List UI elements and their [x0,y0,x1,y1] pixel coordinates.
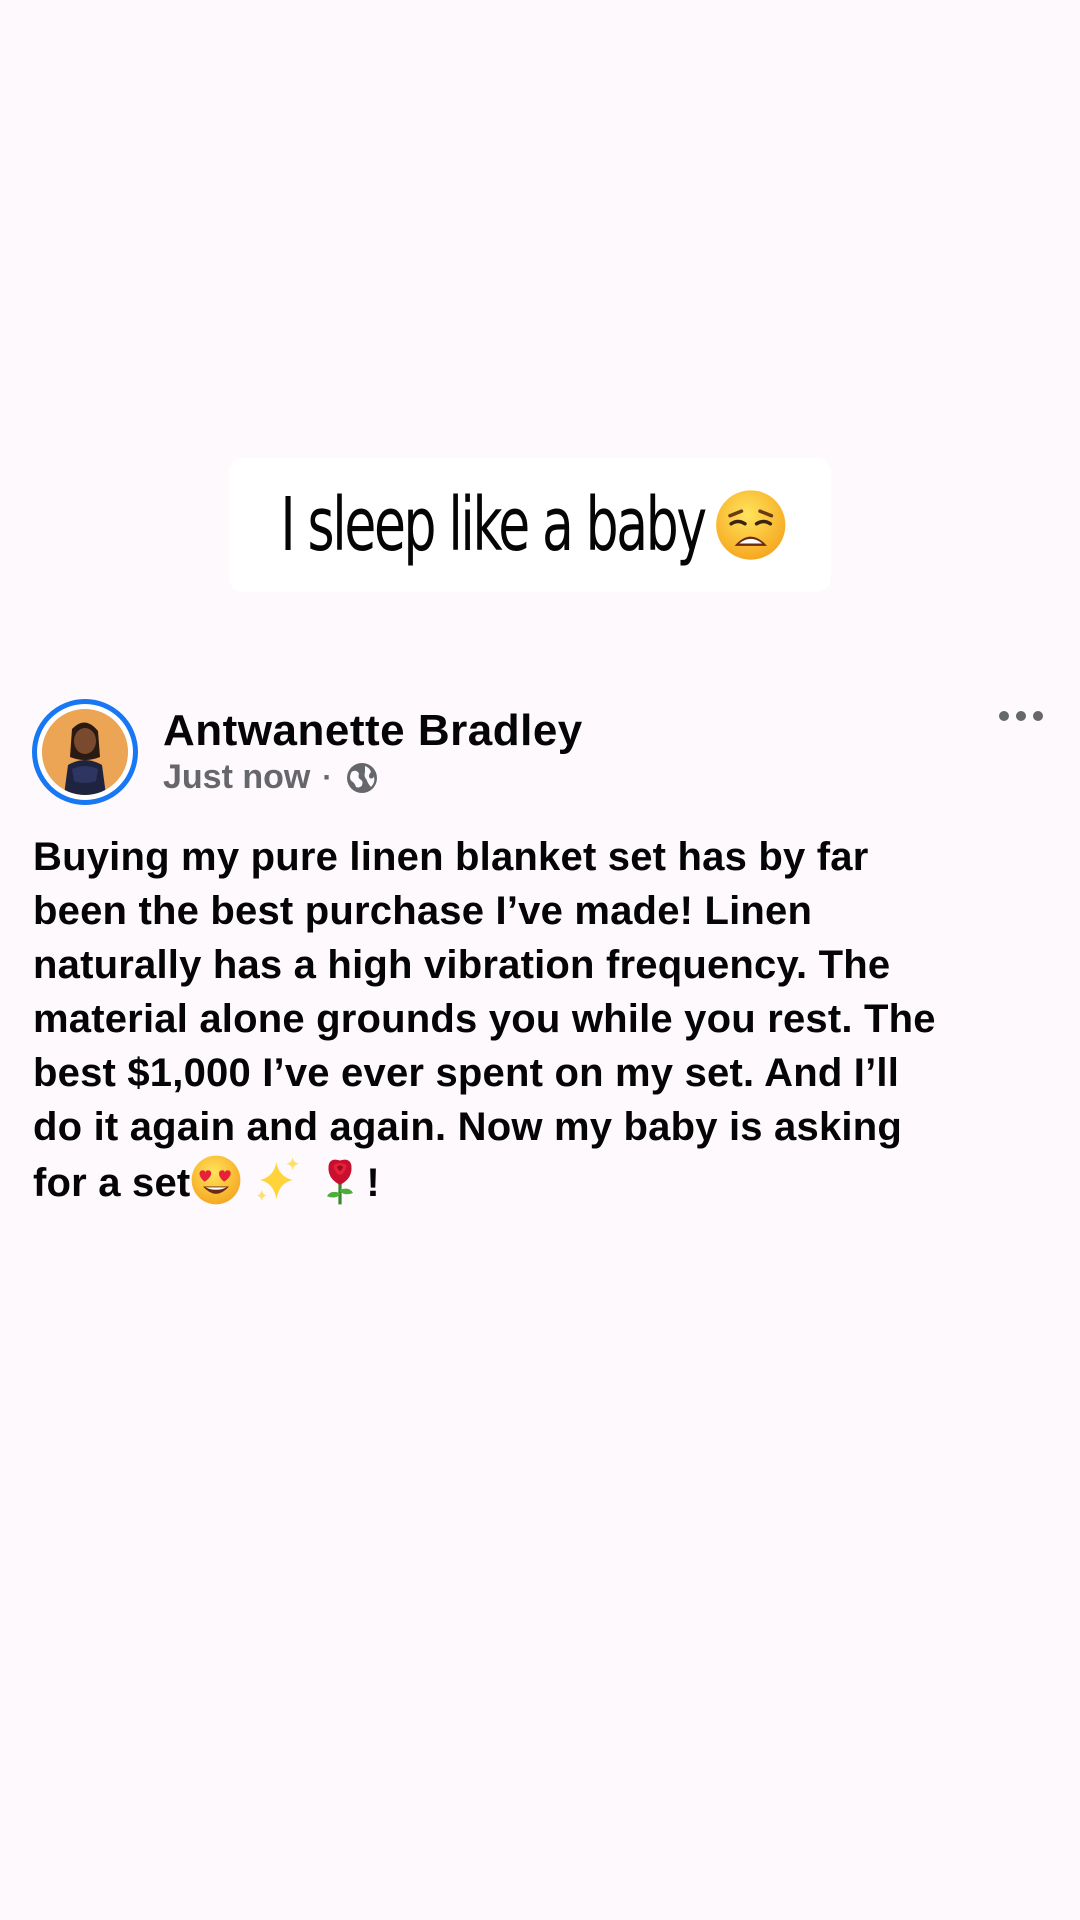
post-meta: Just now · [163,758,380,797]
post-body-last-line: for a set ! [33,1154,1053,1210]
caption-text-wrap: I sleep like a baby [280,482,786,568]
post-body-line: material alone grounds you while you res… [33,997,936,1041]
ellipsis-icon [999,711,1043,721]
post-body-line: best $1,000 I’ve ever spent on my set. A… [33,1051,900,1095]
meta-separator: · [322,760,333,794]
heart-eyes-emoji-icon [192,1155,241,1205]
rose-emoji-icon [327,1159,354,1205]
timestamp[interactable]: Just now [163,758,310,797]
avatar[interactable] [32,699,138,805]
post-card: Antwanette Bradley Just now · Buying my … [0,688,1080,1228]
post-body: Buying my pure linen blanket set has by … [33,830,1053,1210]
weary-face-emoji-icon [716,490,786,560]
post-body-line: for a set [33,1161,191,1205]
post-body-line: Buying my pure linen blanket set has by … [33,835,869,879]
more-options-button[interactable] [995,702,1047,730]
post-body-line: been the best purchase I’ve made! Linen [33,889,813,933]
profile-photo [42,709,128,795]
globe-icon[interactable] [344,760,380,796]
caption-sticker: I sleep like a baby [229,458,831,592]
post-body-line: do it again and again. Now my baby is as… [33,1105,902,1149]
sparkles-emoji-icon [257,1157,300,1202]
post-body-end: ! [366,1161,380,1205]
post-body-line: naturally has a high vibration frequency… [33,943,891,987]
author-name[interactable]: Antwanette Bradley [163,706,583,756]
caption-text: I sleep like a baby [280,482,707,568]
